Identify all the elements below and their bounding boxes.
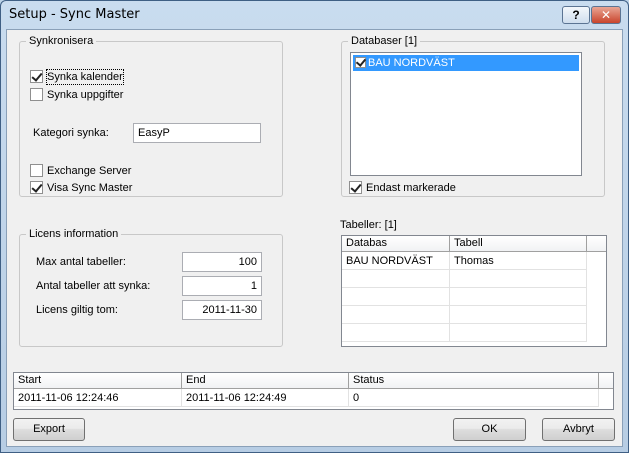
dialog-client-area: Synkronisera Synka kalender Synka uppgif… [6,29,623,447]
log-cell-status[interactable]: 0 [349,389,599,407]
tables-to-sync-label: Antal tabeller att synka: [36,280,151,292]
max-tables-field[interactable]: 100 [182,252,262,272]
category-label: Kategori synka: [33,127,109,139]
sync-tasks-checkbox[interactable]: Synka uppgifter [30,88,123,102]
column-header-table[interactable]: Tabell [450,236,587,252]
checkbox-checked-icon[interactable] [355,57,366,68]
tables-label: Tabeller: [1] [340,219,397,231]
exchange-server-checkbox[interactable]: Exchange Server [30,164,131,178]
column-header-end[interactable]: End [182,373,349,389]
database-item[interactable]: BAU NORDVÄST [353,55,579,71]
setup-window: Setup - Sync Master ? ✕ Synkronisera Syn… [0,0,629,453]
sync-log-grid[interactable]: Start End Status 2011-11-06 12:24:46 201… [13,372,614,410]
empty-cell [342,324,450,342]
checkbox-unchecked-icon[interactable] [30,164,43,177]
column-header-database[interactable]: Databas [342,236,450,252]
sync-calendar-label: Synka kalender [46,69,124,85]
column-header-start[interactable]: Start [14,373,182,389]
empty-cell [342,270,450,288]
databases-list[interactable]: BAU NORDVÄST [350,52,582,176]
only-selected-label: Endast markerade [366,182,456,194]
column-header-status[interactable]: Status [349,373,599,389]
tables-grid[interactable]: Databas Tabell BAU NORDVÄST Thomas [341,235,607,347]
max-tables-label: Max antal tabeller: [36,256,126,268]
column-header-filler [599,373,613,389]
table-cell-table[interactable]: Thomas [450,252,587,270]
sync-tasks-label: Synka uppgifter [47,89,124,101]
show-sync-master-label: Visa Sync Master [47,182,133,194]
empty-cell [342,306,450,324]
license-group: Licens information Max antal tabeller: 1… [19,227,283,347]
sync-calendar-checkbox[interactable]: Synka kalender [30,69,124,85]
exchange-server-label: Exchange Server [47,165,132,177]
database-item-label: BAU NORDVÄST [368,57,455,69]
valid-until-label: Licens giltig tom: [36,304,118,316]
only-selected-checkbox[interactable]: Endast markerade [349,181,456,195]
checkbox-checked-icon[interactable] [30,70,43,83]
category-input[interactable]: EasyP [133,123,261,143]
empty-cell [450,270,587,288]
databases-group: Databaser [1] BAU NORDVÄST Endast marker… [341,34,605,197]
title-bar[interactable]: Setup - Sync Master ? ✕ [1,1,628,29]
databases-group-legend: Databaser [1] [348,34,421,48]
export-button[interactable]: Export [13,418,85,441]
window-title: Setup - Sync Master [9,7,140,22]
sync-group: Synkronisera Synka kalender Synka uppgif… [19,34,283,197]
close-button[interactable]: ✕ [591,6,621,24]
show-sync-master-checkbox[interactable]: Visa Sync Master [30,181,132,195]
log-cell-end[interactable]: 2011-11-06 12:24:49 [182,389,349,407]
log-cell-start[interactable]: 2011-11-06 12:24:46 [14,389,182,407]
empty-cell [450,288,587,306]
help-button[interactable]: ? [562,6,590,24]
checkbox-unchecked-icon[interactable] [30,88,43,101]
cancel-button[interactable]: Avbryt [542,418,615,441]
ok-button[interactable]: OK [453,418,526,441]
license-group-legend: Licens information [26,227,122,241]
tables-to-sync-field[interactable]: 1 [182,276,262,296]
valid-until-field[interactable]: 2011-11-30 [182,300,262,320]
column-header-filler [587,236,606,252]
empty-cell [342,288,450,306]
checkbox-checked-icon[interactable] [30,181,43,194]
table-cell-database[interactable]: BAU NORDVÄST [342,252,450,270]
checkbox-checked-icon[interactable] [349,181,362,194]
empty-cell [450,324,587,342]
empty-cell [450,306,587,324]
sync-group-legend: Synkronisera [26,34,97,48]
